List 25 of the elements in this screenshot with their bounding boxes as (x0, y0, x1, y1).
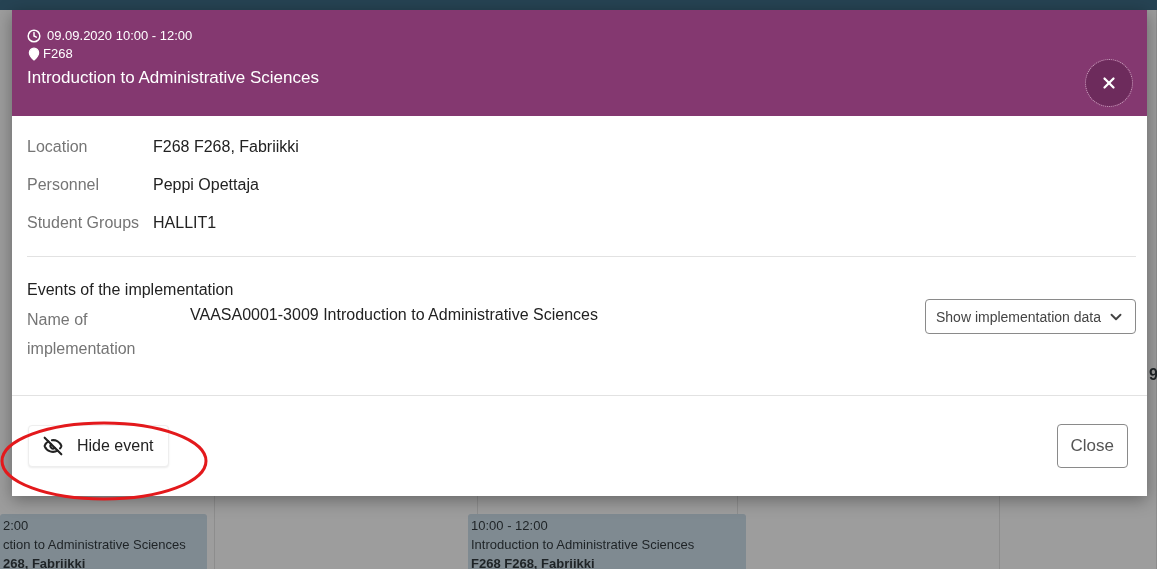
event-time: 2:00 (3, 517, 30, 535)
detail-value: HALLIT1 (153, 214, 217, 232)
detail-value: Peppi Opettaja (153, 176, 259, 194)
detail-value: F268 F268, Fabriikki (153, 138, 299, 156)
event-time: 09.09.2020 10:00 - 12:00 (47, 28, 193, 43)
detail-label: Name of implementation (27, 310, 137, 359)
detail-label: Location (27, 138, 89, 156)
detail-label: Personnel (27, 176, 101, 194)
location-pin-icon (27, 46, 41, 61)
hide-event-button[interactable]: Hide event (28, 425, 169, 467)
event-title: ction to Administrative Sciences (3, 536, 187, 554)
dialog-title: Introduction to Administrative Sciences (27, 68, 319, 88)
event-room: F268 (43, 46, 73, 61)
event-time: 10:00 - 12:00 (471, 517, 549, 535)
clock-icon (27, 28, 41, 43)
close-button[interactable]: Close (1056, 424, 1128, 468)
detail-value: VAASA0001-3009 Introduction to Administrative Sciences (190, 305, 599, 325)
close-icon (1100, 74, 1118, 92)
event-title: Introduction to Administrative Sciences (471, 536, 696, 554)
section-heading: Events of the implementation (27, 281, 235, 299)
close-button[interactable] (1086, 60, 1132, 106)
background-text: 9 (1149, 366, 1157, 384)
eye-off-icon (43, 436, 63, 456)
show-implementation-button[interactable]: Show implementation data (925, 299, 1136, 334)
detail-label: Student Groups (27, 214, 141, 232)
